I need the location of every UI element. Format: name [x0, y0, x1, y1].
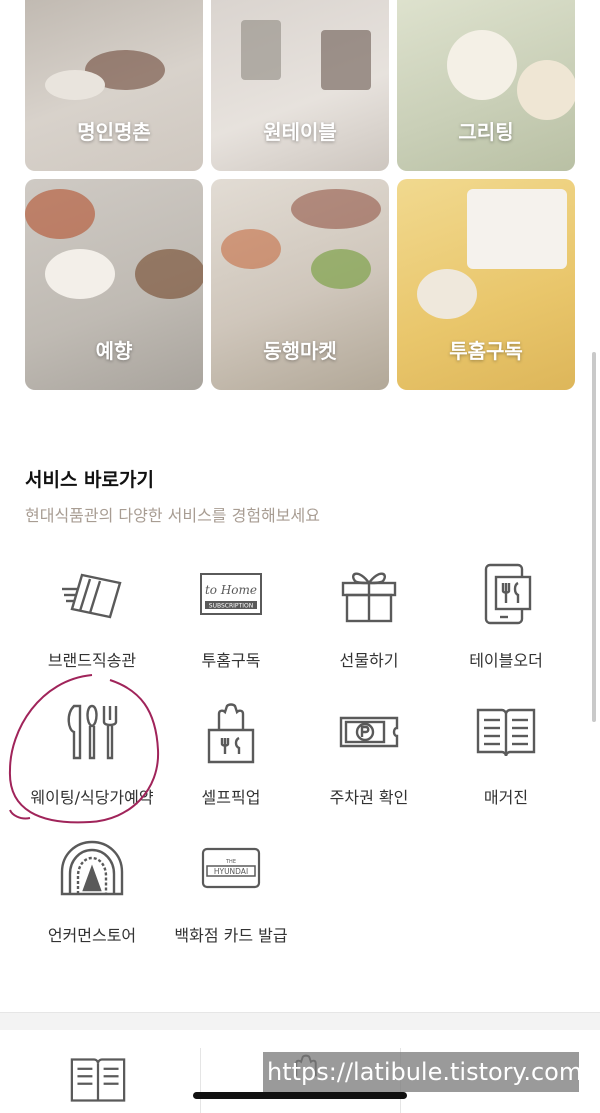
brand-card-donghaeng-market[interactable]: 동행마켓	[211, 179, 389, 390]
scrollbar[interactable]	[592, 352, 596, 722]
tohome-logo-text: to Home	[205, 583, 257, 597]
card-hyundai-text: HYUNDAI	[214, 867, 248, 876]
hyundai-card-icon: THE HYUNDAI	[199, 838, 263, 902]
service-tohome-subscription[interactable]: to Home SUBSCRIPTION 투홈구독	[156, 563, 306, 671]
gift-icon	[337, 563, 401, 627]
brand-label: 예향	[95, 339, 133, 363]
home-indicator[interactable]	[193, 1092, 407, 1099]
service-parking-ticket[interactable]: 주차권 확인	[294, 700, 444, 808]
brand-card-tohome-subscription[interactable]: 투홈구독	[397, 179, 575, 390]
service-label: 매거진	[483, 788, 529, 807]
service-label: 언커먼스토어	[47, 926, 137, 945]
section-divider	[0, 1012, 600, 1030]
service-label: 주차권 확인	[329, 788, 409, 807]
services-section-subtitle: 현대식품관의 다양한 서비스를 경험해보세요	[25, 506, 320, 525]
store-dome-icon	[60, 838, 124, 902]
magazine-icon[interactable]	[68, 1052, 128, 1112]
brand-card-yehyang[interactable]: 예향	[25, 179, 203, 390]
service-self-pickup[interactable]: 셀프픽업	[156, 700, 306, 808]
service-uncommon-store[interactable]: 언커먼스토어	[17, 838, 167, 946]
brand-card-myeongin[interactable]: 명인명촌	[25, 0, 203, 171]
parking-ticket-icon	[337, 700, 401, 764]
tohome-subscription-icon: to Home SUBSCRIPTION	[199, 563, 263, 627]
brand-label: 명인명촌	[77, 120, 151, 144]
brand-label: 원테이블	[263, 120, 337, 144]
service-table-order[interactable]: 테이블오더	[431, 563, 581, 671]
service-label: 테이블오더	[469, 651, 543, 670]
subscription-text: SUBSCRIPTION	[209, 603, 253, 610]
service-magazine[interactable]: 매거진	[431, 700, 581, 808]
service-label: 브랜드직송관	[47, 651, 137, 670]
service-label: 셀프픽업	[201, 788, 261, 807]
mobile-order-icon	[474, 563, 538, 627]
service-department-card[interactable]: THE HYUNDAI 백화점 카드 발급	[156, 838, 306, 946]
service-brand-direct[interactable]: 브랜드직송관	[17, 563, 167, 671]
annotation-circle	[8, 674, 160, 824]
pickup-bag-icon	[199, 700, 263, 764]
brand-label: 투홈구독	[449, 339, 523, 363]
service-label: 선물하기	[339, 651, 399, 670]
service-label: 투홈구독	[201, 651, 261, 670]
watermark-text: https://latibule.tistory.com	[263, 1052, 582, 1092]
service-gift[interactable]: 선물하기	[294, 563, 444, 671]
brand-card-onetable[interactable]: 원테이블	[211, 0, 389, 171]
card-the-text: THE	[225, 859, 236, 865]
brand-label: 동행마켓	[263, 339, 337, 363]
bottom-separator	[200, 1048, 201, 1113]
brand-label: 그리팅	[458, 120, 514, 144]
services-section-title: 서비스 바로가기	[25, 469, 154, 491]
service-label: 백화점 카드 발급	[174, 926, 288, 945]
magazine-icon	[474, 700, 538, 764]
brand-card-greating[interactable]: 그리팅	[397, 0, 575, 171]
box-delivery-icon	[60, 563, 124, 627]
